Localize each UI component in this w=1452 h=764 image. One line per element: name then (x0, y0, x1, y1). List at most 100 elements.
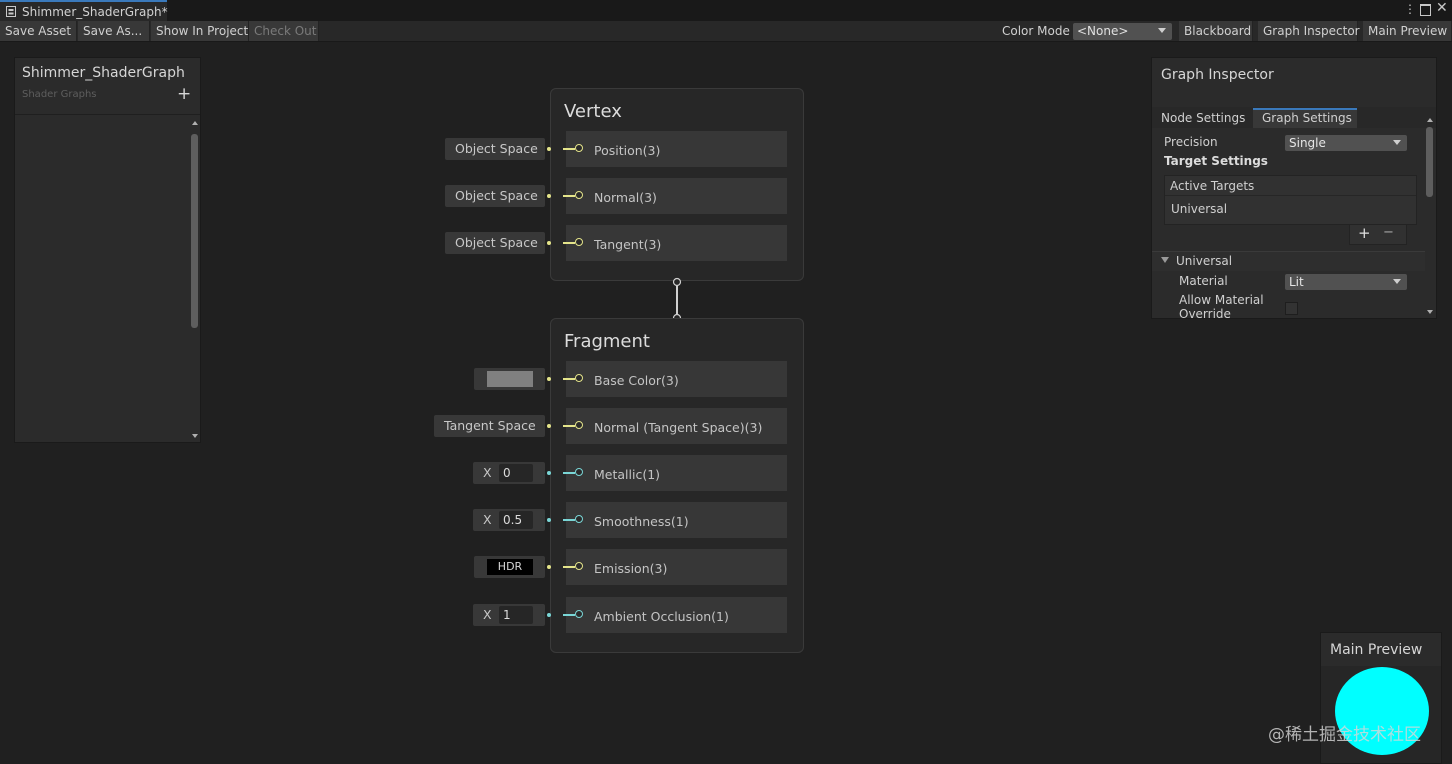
connector-wire (563, 242, 575, 244)
input-port[interactable] (575, 238, 583, 246)
allow-material-override-checkbox[interactable] (1285, 302, 1298, 315)
blackboard-scrollbar[interactable] (191, 134, 198, 328)
fragment-slot-metallic[interactable]: Metallic(1) (566, 455, 787, 491)
emission-input[interactable]: HDR (474, 556, 545, 578)
connector-wire (563, 566, 575, 568)
vertex-slot-position[interactable]: Position(3) (566, 131, 787, 167)
graph-inspector-title: Graph Inspector (1161, 67, 1274, 83)
slot-label: Normal (Tangent Space)(3) (594, 420, 763, 435)
fragment-slot-normal[interactable]: Normal (Tangent Space)(3) (566, 408, 787, 444)
graph-inspector-toggle-button[interactable]: Graph Inspector (1258, 21, 1360, 41)
remove-target-button[interactable]: − (1383, 225, 1394, 240)
universal-section-label: Universal (1176, 254, 1233, 268)
tangent-space-dropdown[interactable]: Object Space (445, 232, 545, 254)
foldout-arrow-icon[interactable] (1161, 257, 1169, 263)
slot-label: Ambient Occlusion(1) (594, 609, 729, 624)
input-port[interactable] (575, 421, 583, 429)
document-tab[interactable]: Shimmer_ShaderGraph* (0, 0, 168, 21)
color-mode-label: Color Mode (1002, 24, 1070, 38)
input-port[interactable] (575, 374, 583, 382)
input-port[interactable] (575, 191, 583, 199)
add-property-button[interactable]: + (177, 84, 191, 104)
metallic-input[interactable]: X 0 (473, 462, 545, 484)
scroll-up-icon[interactable] (192, 121, 198, 125)
save-asset-button[interactable]: Save Asset (0, 21, 77, 41)
window-menu-icon[interactable]: ⋮ (1404, 2, 1416, 16)
close-icon[interactable]: ✕ (1436, 0, 1448, 16)
base-color-input[interactable] (474, 368, 545, 390)
connector-dot (547, 424, 551, 428)
normal-space-dropdown[interactable]: Object Space (445, 185, 545, 207)
input-port[interactable] (575, 610, 583, 618)
precision-dropdown[interactable]: Single (1285, 135, 1407, 151)
slot-label: Smoothness(1) (594, 514, 689, 529)
input-port[interactable] (575, 144, 583, 152)
metallic-value-field[interactable]: 0 (499, 464, 533, 482)
target-item-universal[interactable]: Universal (1171, 202, 1227, 216)
ambient-occlusion-value-field[interactable]: 1 (499, 606, 533, 624)
connector-wire (563, 425, 575, 427)
show-in-project-button[interactable]: Show In Project (151, 21, 249, 41)
universal-section-header[interactable]: Universal (1152, 251, 1425, 271)
x-label: X (483, 512, 492, 527)
divider (1165, 195, 1416, 196)
smoothness-input[interactable]: X 0.5 (473, 509, 545, 531)
inspector-scrollbar[interactable] (1426, 127, 1433, 197)
precision-label: Precision (1164, 135, 1218, 149)
add-target-button[interactable]: + (1358, 224, 1371, 242)
vertex-slot-normal[interactable]: Normal(3) (566, 178, 787, 214)
connector-wire (563, 614, 575, 616)
color-mode-dropdown[interactable]: <None> (1073, 23, 1172, 40)
context-flow-connector (672, 277, 682, 323)
save-as-button[interactable]: Save As... (78, 21, 150, 41)
ambient-occlusion-input[interactable]: X 1 (473, 604, 545, 626)
fragment-slot-smoothness[interactable]: Smoothness(1) (566, 502, 787, 538)
graph-inspector-panel: Graph Inspector Node Settings Graph Sett… (1151, 57, 1437, 319)
main-preview-toggle-button[interactable]: Main Preview (1363, 21, 1452, 41)
target-settings-heading: Target Settings (1164, 154, 1268, 168)
scroll-down-icon[interactable] (192, 434, 198, 438)
material-dropdown[interactable]: Lit (1285, 274, 1407, 290)
material-label: Material (1179, 274, 1228, 288)
connector-wire (563, 472, 575, 474)
connector-wire (563, 195, 575, 197)
tab-node-settings[interactable]: Node Settings (1152, 108, 1252, 128)
position-space-dropdown[interactable]: Object Space (445, 138, 545, 160)
chevron-down-icon (1158, 28, 1166, 33)
x-label: X (483, 607, 492, 622)
smoothness-value-field[interactable]: 0.5 (499, 511, 533, 529)
connector-wire (563, 519, 575, 521)
hdr-color-swatch[interactable]: HDR (487, 559, 533, 575)
color-swatch[interactable] (487, 371, 533, 387)
check-out-button[interactable]: Check Out (249, 21, 319, 41)
fragment-node-title: Fragment (564, 331, 650, 352)
fragment-slot-ambient-occlusion[interactable]: Ambient Occlusion(1) (566, 597, 787, 633)
connector-dot (547, 471, 551, 475)
normal-space-dropdown[interactable]: Tangent Space (434, 415, 545, 437)
vertex-node-title: Vertex (564, 101, 622, 122)
input-port[interactable] (575, 468, 583, 476)
material-value: Lit (1289, 275, 1304, 289)
input-port[interactable] (575, 562, 583, 570)
fragment-slot-base-color[interactable]: Base Color(3) (566, 361, 787, 397)
vertex-slot-tangent[interactable]: Tangent(3) (566, 225, 787, 261)
blackboard-panel: Shimmer_ShaderGraph Shader Graphs + (14, 57, 201, 443)
connector-wire (563, 378, 575, 380)
allow-material-override-label-line1: Allow Material (1179, 293, 1264, 307)
blackboard-title: Shimmer_ShaderGraph (22, 65, 185, 81)
tab-graph-settings[interactable]: Graph Settings (1253, 108, 1357, 128)
precision-value: Single (1289, 136, 1326, 150)
scroll-up-icon[interactable] (1427, 118, 1433, 122)
slot-label: Emission(3) (594, 561, 668, 576)
active-targets-header: Active Targets (1170, 179, 1255, 193)
maximize-icon[interactable] (1420, 4, 1431, 16)
blackboard-toggle-button[interactable]: Blackboard (1179, 21, 1253, 41)
fragment-slot-emission[interactable]: Emission(3) (566, 549, 787, 585)
input-port[interactable] (575, 515, 583, 523)
chevron-down-icon (1393, 279, 1401, 284)
divider (15, 114, 200, 115)
document-tab-label: Shimmer_ShaderGraph* (22, 5, 168, 19)
scroll-down-icon[interactable] (1427, 310, 1433, 314)
window-title-bar (0, 0, 1452, 21)
allow-material-override-label-line2: Override (1179, 307, 1231, 319)
